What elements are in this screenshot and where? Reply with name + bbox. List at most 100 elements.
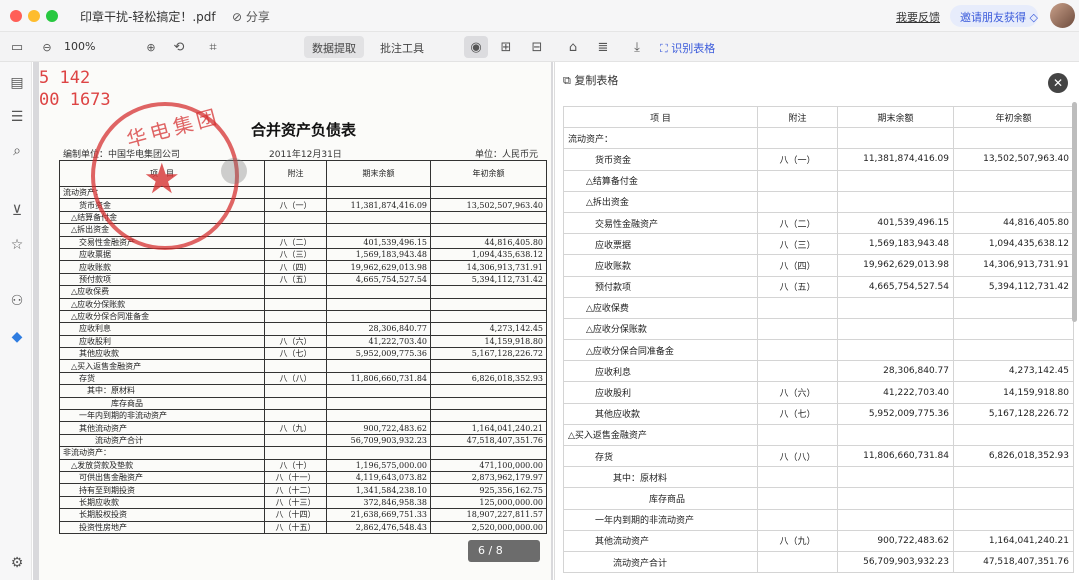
table-cell[interactable]: 13,502,507,963.40	[953, 148, 1074, 171]
feedback-link[interactable]: 我要反馈	[896, 9, 940, 25]
table-cell[interactable]: △拆出资金	[563, 190, 758, 213]
table-cell[interactable]	[757, 190, 838, 213]
table-cell[interactable]	[953, 296, 1074, 319]
table-cell[interactable]: 一年内到期的非流动资产	[563, 508, 758, 531]
table-cell[interactable]	[837, 127, 954, 150]
table-cell[interactable]	[757, 169, 838, 192]
table-cell[interactable]	[757, 360, 838, 383]
tab-data-extract[interactable]: 数据提取	[304, 36, 364, 58]
table-cell[interactable]: 应收票据	[563, 233, 758, 256]
table-cell[interactable]: 八（九）	[757, 529, 838, 552]
extracted-table[interactable]: 项 目附注 期末余额 年初余额 流动资产： 货币资金 八（一） 11,381,874,41…	[563, 105, 1074, 574]
table-cell[interactable]	[953, 423, 1074, 447]
table-cell[interactable]: 八（八）	[757, 444, 838, 468]
table-cell[interactable]: 5,167,128,226.72	[953, 402, 1074, 425]
table-cell[interactable]: 货币资金	[563, 148, 758, 171]
table-cell[interactable]: △应收保费	[563, 296, 758, 319]
table-cell[interactable]	[837, 423, 954, 447]
table-cell[interactable]: 其中：原材料	[563, 466, 758, 489]
table-cell[interactable]: 14,306,913,731.91	[953, 254, 1074, 277]
table-cell[interactable]	[837, 317, 954, 341]
table-cell[interactable]: 八（二）	[757, 211, 838, 235]
table-cell[interactable]	[837, 487, 954, 510]
share-button[interactable]: ⊘ 分享	[232, 8, 270, 25]
table-cell[interactable]	[953, 169, 1074, 192]
table-cell[interactable]: 28,306,840.77	[837, 360, 954, 383]
zoom-out-icon[interactable]: ⊖	[38, 38, 56, 56]
crop-icon[interactable]: ⌗	[204, 38, 222, 56]
table-cell[interactable]: 1,094,435,638.12	[953, 233, 1074, 256]
table-cell[interactable]	[757, 487, 838, 510]
table-cell[interactable]: 交易性金融资产	[563, 211, 758, 235]
table-cell[interactable]	[757, 317, 838, 341]
screenshot-icon[interactable]: ⌂	[564, 38, 582, 56]
table-cell[interactable]: △结算备付金	[563, 169, 758, 192]
table-cell[interactable]: 5,394,112,731.42	[953, 275, 1074, 298]
close-icon[interactable]: ✕	[1048, 73, 1068, 93]
table-cell[interactable]	[757, 296, 838, 319]
document-viewer[interactable]: 5 142 00 1673 合并资产负债表 编制单位：中国华电集团公司 2011…	[33, 62, 553, 580]
table-cell[interactable]	[757, 508, 838, 531]
table-cell[interactable]	[953, 508, 1074, 531]
table-cell[interactable]: 56,709,903,932.23	[837, 550, 954, 574]
table-cell[interactable]: 11,381,874,416.09	[837, 148, 954, 171]
table-cell[interactable]: 11,806,660,731.84	[837, 444, 954, 468]
table-cell[interactable]: 库存商品	[563, 487, 758, 510]
document-icon[interactable]: ▤	[8, 74, 26, 92]
table-cell[interactable]: 6,826,018,352.93	[953, 444, 1074, 468]
table-cell[interactable]: 流动资产合计	[563, 550, 758, 574]
table-cell[interactable]: 47,518,407,351.76	[953, 550, 1074, 574]
gear-icon[interactable]: ⚙	[8, 554, 26, 572]
avatar[interactable]	[1050, 3, 1075, 28]
table-cell[interactable]	[953, 339, 1074, 362]
table-cell[interactable]	[953, 317, 1074, 341]
result-scrollbar[interactable]	[1072, 102, 1077, 322]
table-cell[interactable]: 4,665,754,527.54	[837, 275, 954, 298]
close-window-button[interactable]	[10, 10, 22, 22]
invite-button[interactable]: 邀请朋友获得 ◇	[950, 5, 1038, 27]
table-cell[interactable]: 其他流动资产	[563, 529, 758, 552]
table-cell[interactable]: 其他应收款	[563, 402, 758, 425]
rotate-icon[interactable]: ⟲	[170, 38, 188, 56]
download-icon[interactable]: ⤓	[628, 38, 646, 56]
table-cell[interactable]: 应收账款	[563, 254, 758, 277]
maximize-window-button[interactable]	[46, 10, 58, 22]
table-cell[interactable]: 八（六）	[757, 381, 838, 404]
table-cell[interactable]	[953, 190, 1074, 213]
table-cell[interactable]	[953, 466, 1074, 489]
folder-icon[interactable]: ▭	[8, 38, 26, 56]
table-cell[interactable]: 预付款项	[563, 275, 758, 298]
zoom-in-icon[interactable]: ⊕	[142, 38, 160, 56]
table-cell[interactable]: 流动资产：	[563, 127, 758, 150]
table-cell[interactable]: 八（五）	[757, 275, 838, 298]
table-cell[interactable]	[757, 423, 838, 447]
table-cell[interactable]: 44,816,405.80	[953, 211, 1074, 235]
table-cell[interactable]	[837, 466, 954, 489]
eye-icon[interactable]: ◉	[464, 36, 488, 58]
table-cell[interactable]	[837, 169, 954, 192]
nodes-icon[interactable]: ⚇	[8, 292, 26, 310]
table-cell[interactable]: 41,222,703.40	[837, 381, 954, 404]
outline-icon[interactable]: ☰	[8, 108, 26, 126]
table-cell[interactable]	[757, 466, 838, 489]
table-cell[interactable]: 4,273,142.45	[953, 360, 1074, 383]
table-cell[interactable]: 应收股利	[563, 381, 758, 404]
table-cell[interactable]	[757, 339, 838, 362]
table-cell[interactable]: △应收分保账款	[563, 317, 758, 341]
recognize-table-button[interactable]: ⛶ 识别表格	[660, 40, 715, 56]
table-cell[interactable]	[757, 127, 838, 150]
table-cell[interactable]	[953, 127, 1074, 150]
table-cell[interactable]: 14,159,918.80	[953, 381, 1074, 404]
copy-table-button[interactable]: ⧉ 复制表格	[563, 72, 618, 88]
lines-icon[interactable]: ≣	[594, 38, 612, 56]
table-cell[interactable]: 应收利息	[563, 360, 758, 383]
table-cell[interactable]: 八（一）	[757, 148, 838, 171]
minimize-window-button[interactable]	[28, 10, 40, 22]
table-cell[interactable]: 八（三）	[757, 233, 838, 256]
table-cell[interactable]: 存货	[563, 444, 758, 468]
table-cell[interactable]: △买入返售金融资产	[563, 423, 758, 447]
table-cell[interactable]	[837, 339, 954, 362]
table-cell[interactable]	[757, 550, 838, 574]
table-cell[interactable]: 八（四）	[757, 254, 838, 277]
app-logo-icon[interactable]: ◆	[8, 328, 26, 346]
